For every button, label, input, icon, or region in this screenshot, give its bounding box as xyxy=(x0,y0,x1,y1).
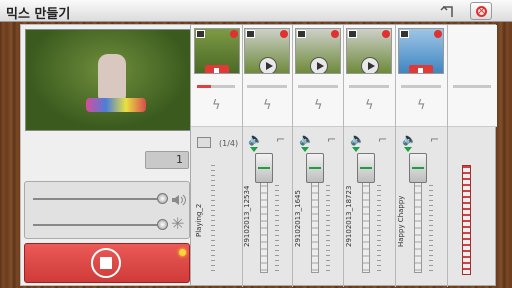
remove-icon[interactable] xyxy=(230,30,238,38)
volume-slider-knob[interactable] xyxy=(157,193,168,204)
level-meter xyxy=(326,185,330,273)
remove-icon[interactable] xyxy=(280,30,288,38)
image-count: (1/4) xyxy=(219,139,239,148)
track-area: ϟ ϟ ϟ ϟ ϟ (1/4) Playing_2 🔈 ⌐ 29102013_1… xyxy=(190,24,497,287)
play-button[interactable] xyxy=(259,57,277,73)
speaker-icon[interactable]: 🔈 xyxy=(299,133,314,145)
image-icon xyxy=(196,30,205,38)
track-label: 29102013_18723 xyxy=(345,185,353,247)
speaker-icon[interactable]: 🔈 xyxy=(248,133,263,145)
play-button[interactable] xyxy=(361,57,379,73)
volume-slider[interactable] xyxy=(33,193,168,204)
level-meter xyxy=(377,185,381,273)
film-icon xyxy=(297,30,306,38)
effect-slider[interactable] xyxy=(33,219,168,230)
lightning-icon[interactable]: ϟ xyxy=(365,99,374,113)
preview-toys xyxy=(86,98,146,112)
close-icon xyxy=(476,6,487,17)
star-icon: ✳ xyxy=(171,214,185,233)
play-button[interactable] xyxy=(310,57,328,73)
film-icon xyxy=(348,30,357,38)
track-thumbnail-photo[interactable] xyxy=(194,28,240,74)
record-mini-button[interactable] xyxy=(205,65,229,73)
tempo-icon[interactable]: ⌐ xyxy=(430,133,439,146)
page-title: 믹스 만들기 xyxy=(6,7,71,22)
level-meter xyxy=(211,165,215,273)
speaker-icon xyxy=(171,191,187,206)
track-thumbnail-audio[interactable] xyxy=(398,28,444,74)
master-fader[interactable] xyxy=(462,165,471,275)
preview-child xyxy=(98,54,126,100)
volume-fader[interactable] xyxy=(357,153,375,183)
track-thumbnail-video-3[interactable] xyxy=(346,28,392,74)
lightning-icon[interactable]: ϟ xyxy=(212,99,221,113)
record-mini-button[interactable] xyxy=(409,65,433,73)
effect-slider-knob[interactable] xyxy=(157,219,168,230)
volume-fader[interactable] xyxy=(306,153,324,183)
clip-counter[interactable]: 1 xyxy=(145,151,189,169)
preview-image xyxy=(25,29,191,131)
volume-fader[interactable] xyxy=(255,153,273,183)
volume-fader[interactable] xyxy=(409,153,427,183)
tempo-icon[interactable]: ⌐ xyxy=(276,133,285,146)
remove-icon[interactable] xyxy=(434,30,442,38)
track-thumbnail-video-1[interactable] xyxy=(244,28,290,74)
progress-bar xyxy=(197,85,211,88)
speaker-icon[interactable]: 🔈 xyxy=(402,133,417,145)
left-panel: 1 ✳ xyxy=(20,24,194,286)
remove-icon[interactable] xyxy=(331,30,339,38)
film-icon xyxy=(246,30,255,38)
level-meter xyxy=(275,185,279,273)
mix-slider-box: ✳ xyxy=(24,181,190,239)
lightning-icon[interactable]: ϟ xyxy=(417,99,426,113)
track-label: Playing_2 xyxy=(195,203,203,237)
track-thumbnail-video-2[interactable] xyxy=(295,28,341,74)
track-label: Happy Chappy xyxy=(397,195,405,247)
tempo-icon[interactable]: ⌐ xyxy=(378,133,387,146)
speaker-icon[interactable]: 🔈 xyxy=(350,133,365,145)
image-icon xyxy=(197,137,211,148)
lightning-icon[interactable]: ϟ xyxy=(263,99,272,113)
status-led xyxy=(179,249,186,256)
remove-icon[interactable] xyxy=(382,30,390,38)
close-button[interactable] xyxy=(470,2,492,20)
title-bar: 믹스 만들기 xyxy=(0,0,512,22)
track-label: 29102013_12534 xyxy=(243,185,251,247)
tempo-icon[interactable]: ⌐ xyxy=(327,133,336,146)
level-meter xyxy=(429,185,433,273)
record-stop-button[interactable] xyxy=(24,243,190,283)
track-label: 29102013_1645 xyxy=(294,190,302,247)
music-note-icon xyxy=(400,30,409,38)
back-arrow-icon[interactable] xyxy=(440,4,456,18)
lightning-icon[interactable]: ϟ xyxy=(314,99,323,113)
